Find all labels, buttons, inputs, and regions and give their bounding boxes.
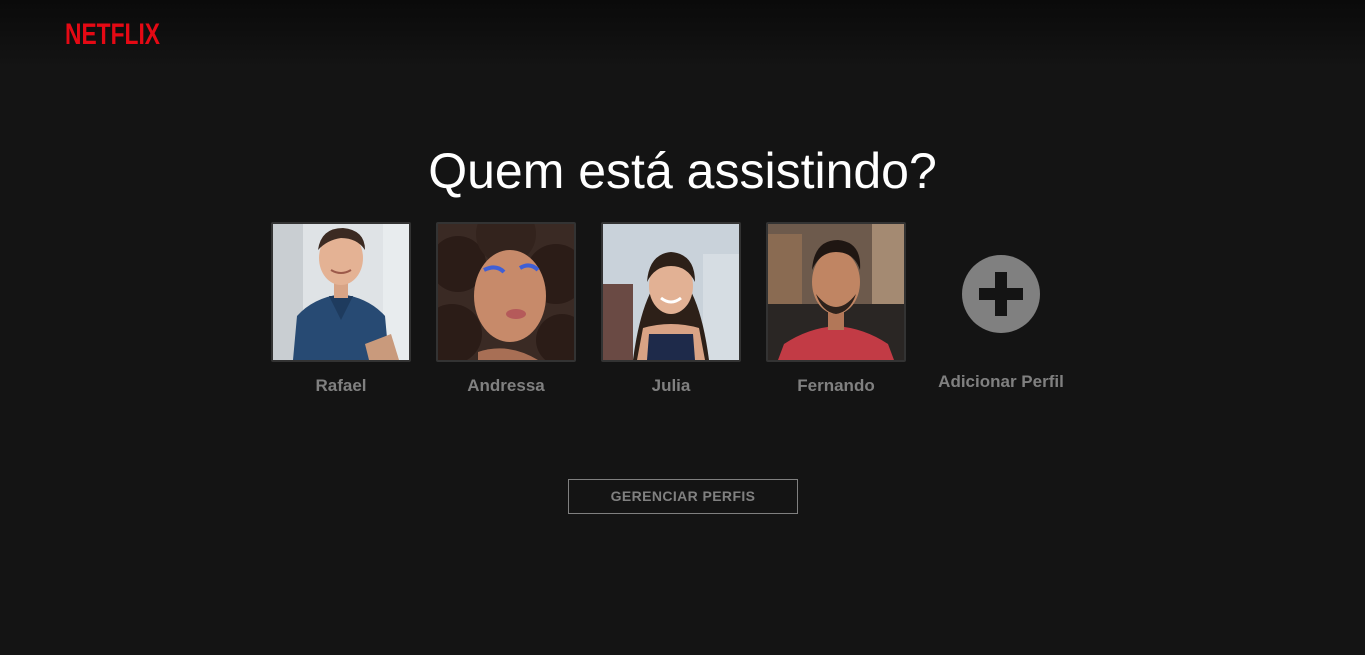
avatar-fernando-photo <box>768 224 904 360</box>
profile-rafael[interactable]: Rafael <box>271 222 411 396</box>
avatar-fernando[interactable] <box>766 222 906 362</box>
profile-name-andressa: Andressa <box>467 376 545 395</box>
profile-name-rafael: Rafael <box>315 376 367 395</box>
profile-fernando[interactable]: Fernando <box>766 222 906 396</box>
avatar-andressa[interactable] <box>436 222 576 362</box>
avatar-rafael-photo <box>273 224 409 360</box>
profile-name-julia: Julia <box>651 376 691 395</box>
netflix-logo-text: NETFLIX <box>65 18 160 47</box>
plus-circle-icon[interactable] <box>962 255 1040 333</box>
profile-selection-page: NETFLIX Quem está assistindo? Rafael And… <box>0 0 1365 655</box>
manage-profiles-button[interactable]: GERENCIAR PERFIS <box>568 479 798 514</box>
top-bar: NETFLIX <box>0 0 1365 68</box>
add-profile-label: Adicionar Perfil <box>938 372 1064 391</box>
profile-andressa[interactable]: Andressa <box>436 222 576 396</box>
profile-name-fernando: Fernando <box>797 376 875 395</box>
avatar-andressa-photo <box>438 224 574 360</box>
avatar-rafael[interactable] <box>271 222 411 362</box>
profile-list: Rafael Andressa Julia Fernando Adicionar… <box>0 222 1365 412</box>
avatar-julia[interactable] <box>601 222 741 362</box>
add-profile-button[interactable]: Adicionar Perfil <box>930 222 1072 392</box>
page-title: Quem está assistindo? <box>428 143 937 199</box>
profile-julia[interactable]: Julia <box>601 222 741 396</box>
netflix-logo[interactable]: NETFLIX <box>65 17 161 47</box>
avatar-julia-photo <box>603 224 739 360</box>
